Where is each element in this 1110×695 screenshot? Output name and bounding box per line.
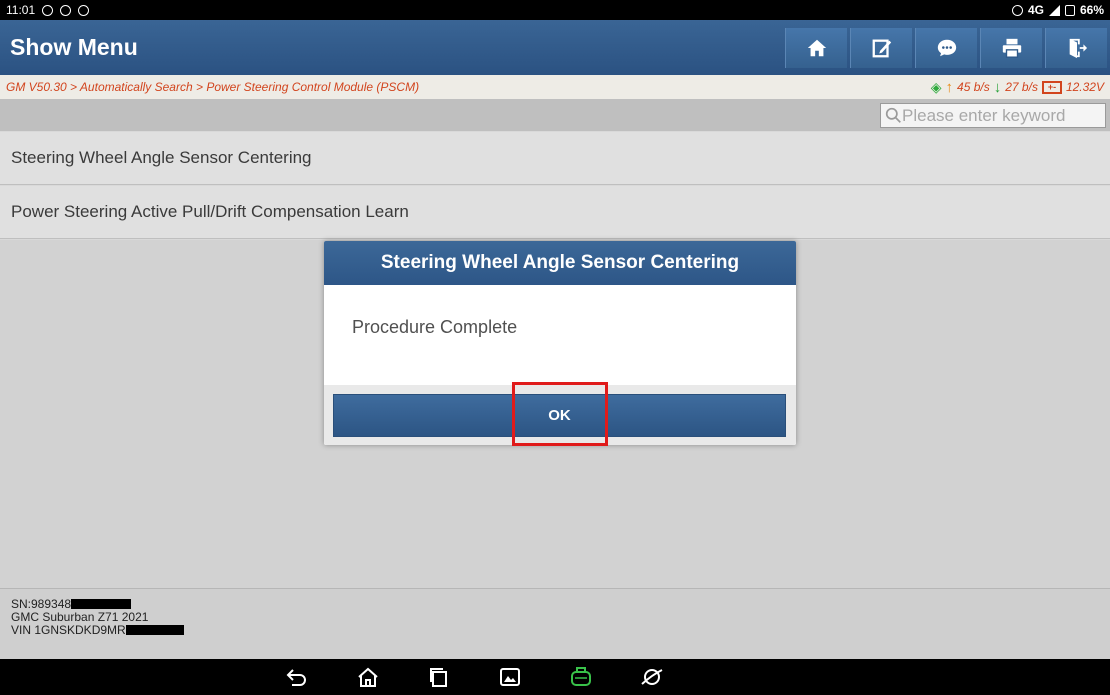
home-icon: [807, 39, 826, 56]
message-icon: [78, 4, 90, 16]
menu-item-label: Power Steering Active Pull/Drift Compens…: [11, 202, 409, 221]
vci-connector-icon: [571, 667, 591, 686]
print-icon: [1002, 38, 1021, 58]
back-icon: [286, 669, 306, 686]
chat-button[interactable]: [915, 27, 977, 68]
car-battery-icon: +-: [1041, 80, 1062, 94]
home-outline-icon: [358, 667, 378, 687]
status-time: 11:01: [6, 3, 36, 17]
search-input[interactable]: [902, 105, 1092, 126]
wifi-icon: ◈: [930, 78, 942, 95]
home-button[interactable]: [785, 27, 847, 68]
vin: VIN 1GNSKDKD9MR: [11, 623, 126, 637]
usb-icon: [42, 4, 54, 16]
menu-item-steering-angle-centering[interactable]: Steering Wheel Angle Sensor Centering: [0, 132, 1110, 185]
gallery-icon: [500, 668, 520, 686]
vin-line: VIN 1GNSKDKD9MR: [11, 624, 1110, 637]
print-button[interactable]: [980, 27, 1042, 68]
dialog-message: Procedure Complete: [324, 285, 796, 385]
home-nav-button[interactable]: [356, 666, 380, 688]
search-box[interactable]: [880, 103, 1106, 128]
redaction-bar: [125, 625, 184, 635]
report-button[interactable]: [850, 27, 912, 68]
back-button[interactable]: [285, 666, 309, 688]
screenshot-button[interactable]: [498, 666, 522, 688]
exit-button[interactable]: [1045, 27, 1107, 68]
upload-rate: 45 b/s: [957, 80, 990, 94]
settings-notification-icon: [60, 4, 72, 16]
upload-arrow-icon: ↑: [945, 78, 954, 96]
browser-button[interactable]: [640, 666, 664, 688]
vehicle-name: GMC Suburban Z71 2021: [11, 610, 149, 624]
breadcrumb-bar: GM V50.30 > Automatically Search > Power…: [0, 75, 1110, 99]
recents-button[interactable]: [427, 666, 451, 688]
battery-percent: 66%: [1079, 3, 1104, 17]
alarm-icon: [1011, 4, 1023, 16]
dialog-title: Steering Wheel Angle Sensor Centering: [324, 241, 796, 285]
search-row: [0, 99, 1110, 131]
exit-icon: [1069, 38, 1087, 58]
serial-number-line: SN:989348: [11, 598, 1110, 611]
app-header: Show Menu: [0, 20, 1110, 75]
vci-button[interactable]: [569, 666, 593, 688]
menu-item-pull-drift-learn[interactable]: Power Steering Active Pull/Drift Compens…: [0, 186, 1110, 239]
screen: 11:01 4G 66% Show Menu GM V50.30 > Autom…: [0, 0, 1110, 695]
status-bar: 11:01 4G 66%: [0, 0, 1110, 20]
download-rate: 27 b/s: [1005, 80, 1038, 94]
connection-stats: ◈ ↑ 45 b/s ↓ 27 b/s +- 12.32V: [931, 79, 1104, 96]
edit-report-icon: [872, 39, 891, 57]
serial-number: SN:989348: [11, 597, 72, 611]
planet-icon: [641, 669, 663, 685]
redaction-bar: [71, 599, 132, 609]
battery-voltage: 12.32V: [1065, 80, 1104, 94]
chat-icon: [937, 39, 956, 56]
navigation-bar: [0, 659, 1110, 695]
download-arrow-icon: ↓: [993, 78, 1002, 96]
battery-icon: [1064, 4, 1075, 16]
signal-icon: [1048, 4, 1060, 16]
vehicle-info-panel: SN:989348 GMC Suburban Z71 2021 VIN 1GNS…: [0, 588, 1110, 659]
highlight-box: [512, 382, 608, 446]
page-title: Show Menu: [10, 34, 138, 60]
breadcrumb: GM V50.30 > Automatically Search > Power…: [6, 80, 420, 94]
menu-item-label: Steering Wheel Angle Sensor Centering: [11, 148, 312, 167]
search-icon: [885, 107, 901, 123]
network-type: 4G: [1027, 3, 1044, 17]
recents-icon: [430, 668, 447, 687]
